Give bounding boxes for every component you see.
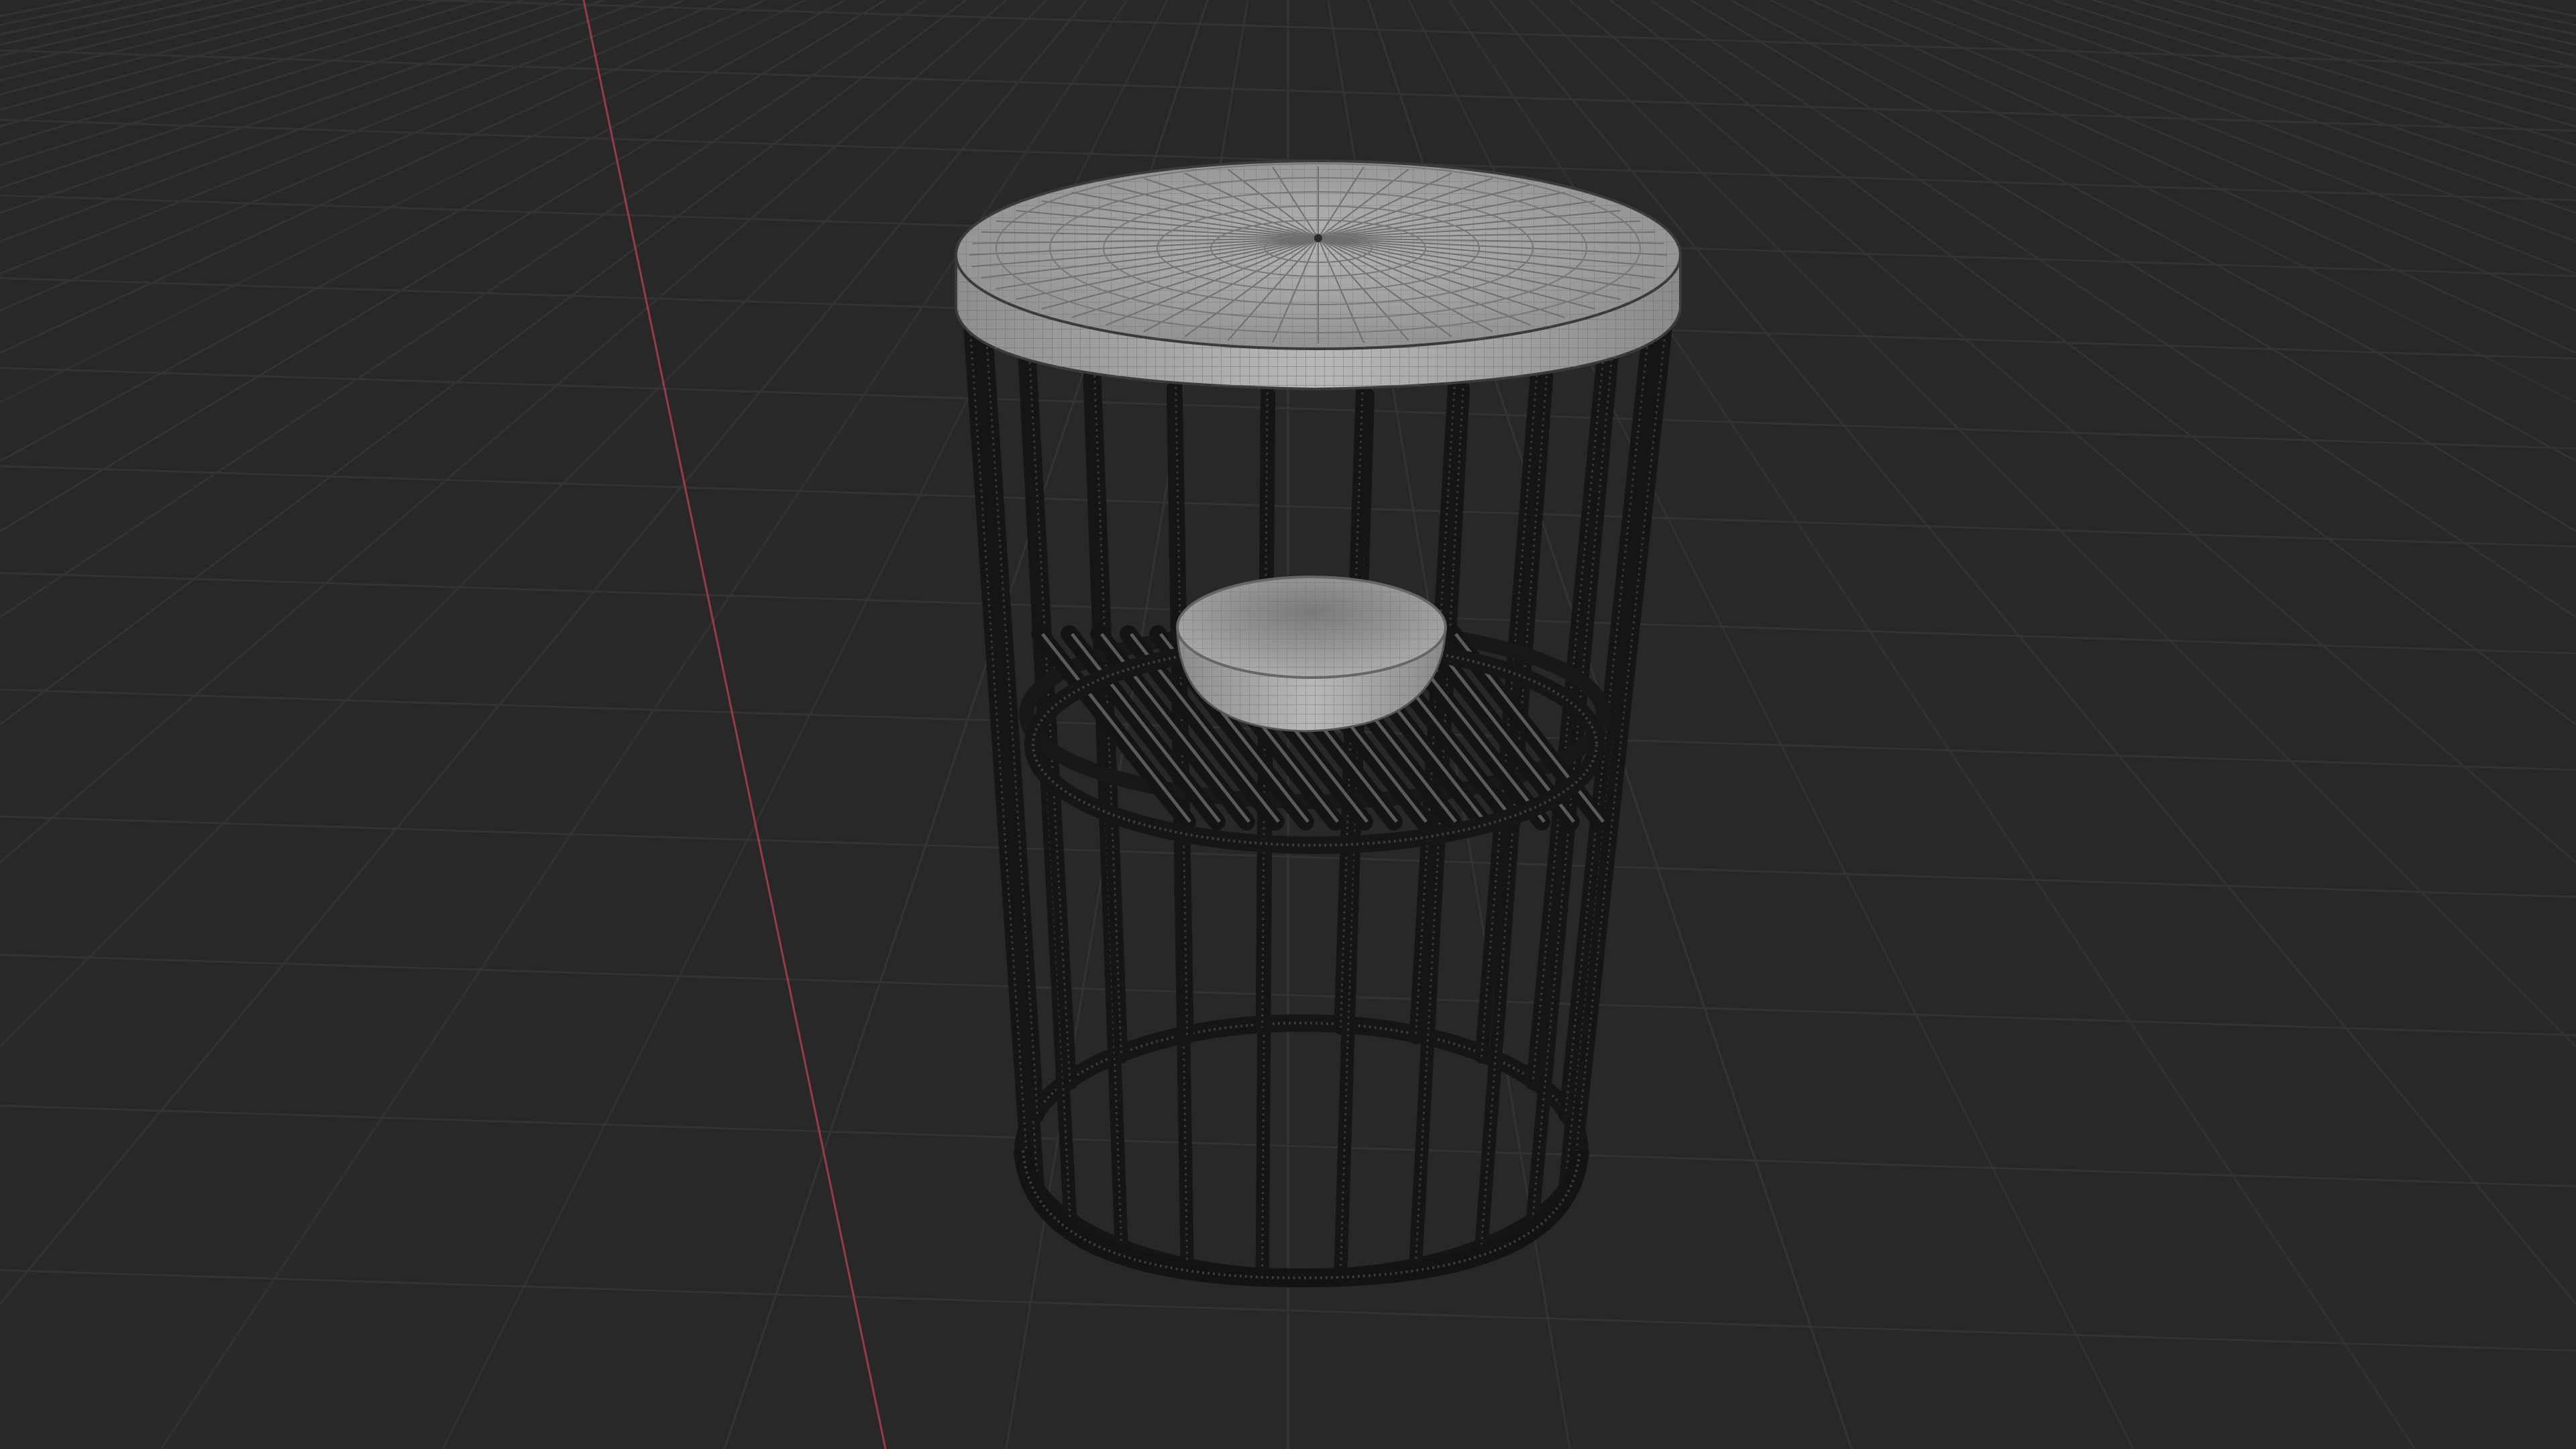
grid-line [1811,0,2576,354]
grid-line [2213,0,2576,96]
grid-line [0,0,604,215]
grid-line [0,0,484,146]
top-center-point [1314,234,1322,242]
x-axis-line [582,0,887,1449]
3d-viewport[interactable] [0,0,2576,1449]
grid-line [1972,0,2576,215]
grid-line [0,0,202,46]
grid-line [0,0,242,57]
side-table-model[interactable] [955,160,1682,1288]
grid-line [2495,0,2576,17]
grid-line [1891,0,2576,275]
grid-line [160,0,1128,1449]
grid-line [0,0,1007,864]
grid-line [1569,0,2576,864]
grid-line [2092,0,2576,146]
grid-line [2012,0,2576,189]
grid-line [2334,0,2576,57]
grid-line [1730,0,2576,462]
grid-line [0,0,564,189]
grid-line [2414,0,2576,36]
base-ring-front [1014,1149,1589,1288]
grid-line [2374,0,2576,46]
grid-line [1770,0,2576,404]
grid-line [0,0,363,96]
table-top[interactable] [955,160,1682,391]
grid-line [0,0,1088,1306]
bowl[interactable] [1176,576,1447,733]
grid-line [1851,0,2576,312]
grid-line [0,0,162,36]
grid-line [0,0,81,17]
grid-line [0,0,685,275]
grid-line [0,0,725,312]
grid-line [0,0,765,354]
